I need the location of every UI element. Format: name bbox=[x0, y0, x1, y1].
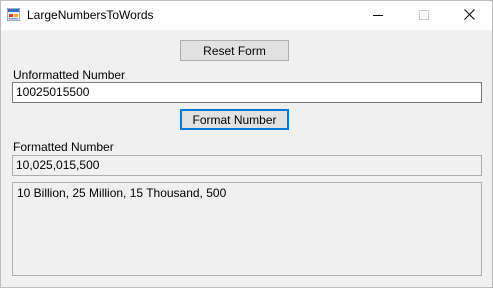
formatted-number-field[interactable]: 10,025,015,500 bbox=[12, 155, 482, 176]
window-title: LargeNumbersToWords bbox=[27, 8, 154, 22]
maximize-icon bbox=[419, 9, 429, 23]
close-icon bbox=[463, 8, 475, 23]
format-number-button[interactable]: Format Number bbox=[180, 109, 289, 130]
reset-form-button[interactable]: Reset Form bbox=[180, 40, 289, 61]
app-window: LargeNumbersToWords Reset Form Unformatt… bbox=[0, 0, 493, 288]
close-button[interactable] bbox=[446, 1, 492, 30]
minimize-button[interactable] bbox=[355, 1, 401, 30]
form-app-icon bbox=[6, 7, 21, 22]
minimize-icon bbox=[373, 9, 383, 23]
formatted-number-label: Formatted Number bbox=[13, 140, 114, 154]
maximize-button[interactable] bbox=[401, 1, 447, 30]
unformatted-number-input[interactable]: 10025015500 bbox=[12, 82, 482, 103]
number-words-textarea[interactable]: 10 Billion, 25 Million, 15 Thousand, 500 bbox=[12, 182, 482, 276]
title-bar[interactable]: LargeNumbersToWords bbox=[1, 1, 492, 30]
form-client-area: Reset Form Unformatted Number 1002501550… bbox=[1, 30, 492, 287]
unformatted-number-label: Unformatted Number bbox=[13, 68, 126, 82]
